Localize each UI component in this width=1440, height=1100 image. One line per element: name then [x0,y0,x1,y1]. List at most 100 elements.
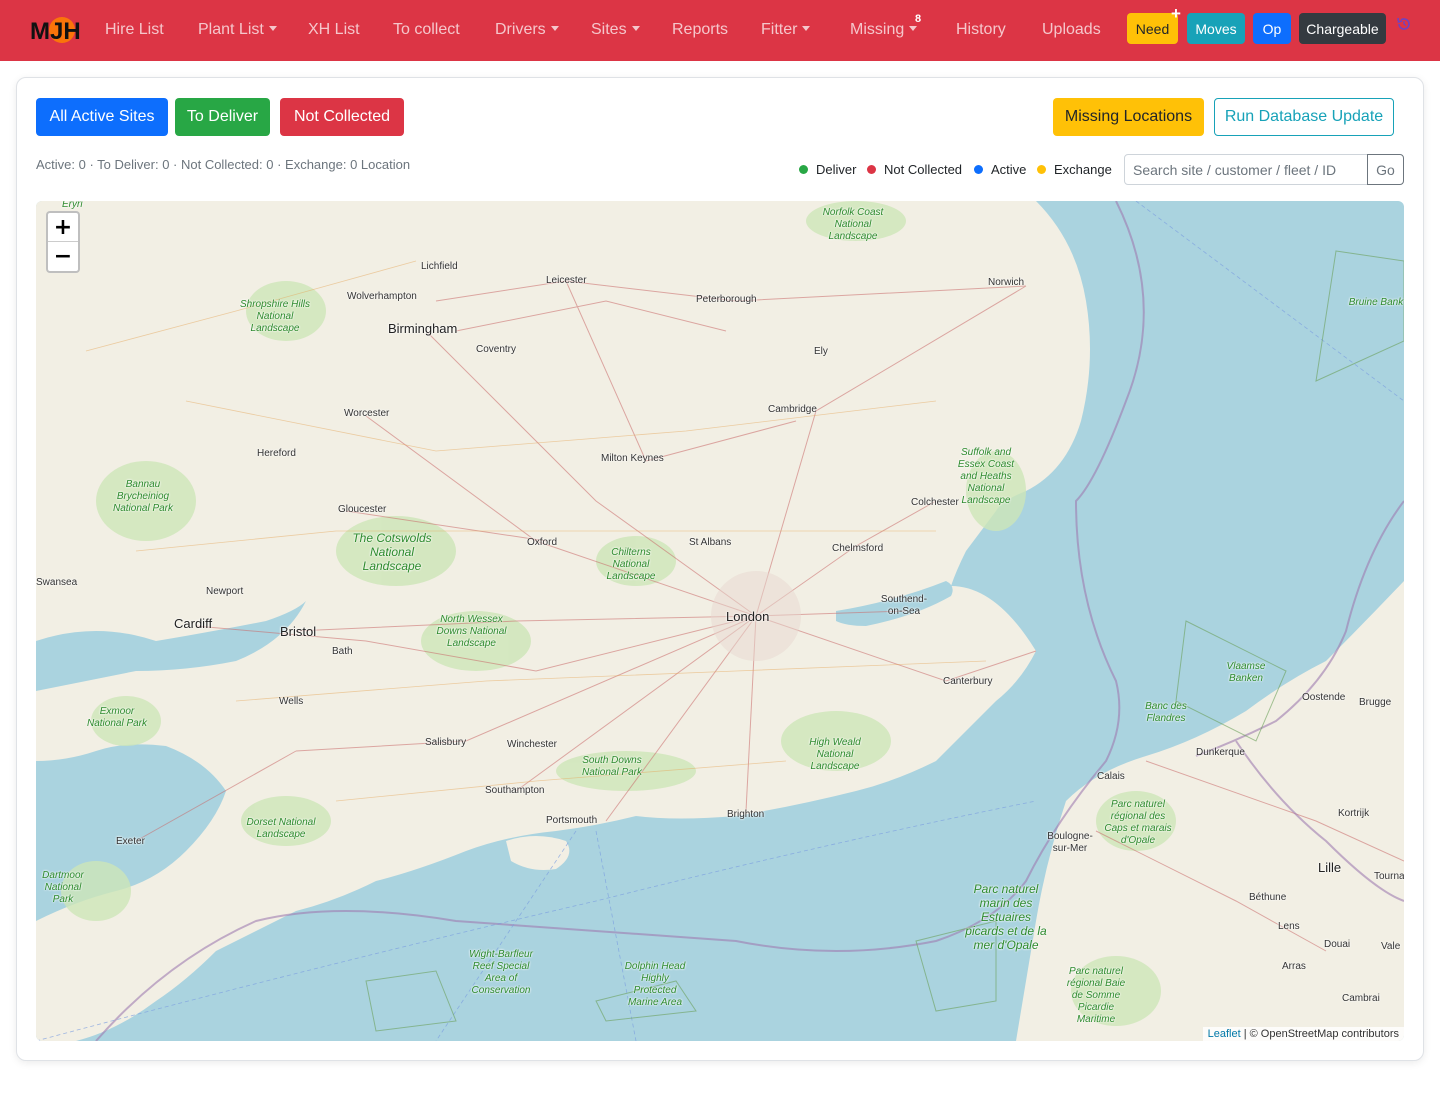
map-label: Exeter [116,836,145,847]
zoom-out-button[interactable]: − [48,242,78,271]
to-deliver-button[interactable]: To Deliver [175,98,270,136]
active-dot-icon [974,165,983,174]
not-collected-dot-icon [867,165,876,174]
map-label: Oostende [1302,692,1346,703]
nav-missing-label: Missing [850,21,905,38]
map-label: Canterbury [943,676,993,687]
map-label: Oxford [527,537,558,548]
missing-count-badge: 8 [915,13,922,25]
map-label: Bruine Bank [1348,297,1404,308]
map-label: Arras [1282,961,1306,972]
nav-uploads[interactable]: Uploads [1042,21,1101,39]
map-label: Dorset National Landscape [246,817,316,840]
nav-plant-list[interactable]: Plant List [198,21,277,39]
map-attribution: Leaflet | © OpenStreetMap contributors [1202,1027,1404,1041]
map-label: High Weald National Landscape [809,737,861,772]
map-label: Béthune [1249,892,1287,903]
legend-deliver: Deliver [799,162,856,177]
map-label: St Albans [689,537,732,548]
map-label: Gloucester [338,504,387,515]
map-label: Kortrijk [1338,808,1370,819]
legend-active: Active [974,162,1026,177]
nav-hire-list[interactable]: Hire List [105,21,164,39]
exchange-dot-icon [1037,165,1046,174]
map-label: Ely [814,346,828,357]
map-label: Lille [1318,860,1342,875]
legend-not-collected: Not Collected [867,162,962,177]
op-button[interactable]: Op [1253,13,1291,44]
company-logo[interactable]: MJH [28,12,84,48]
map-label: North Wessex Downs National Landscape [436,614,507,649]
nav-sites-label: Sites [591,21,627,38]
nav-fitter[interactable]: Fitter [761,21,811,39]
chevron-down-icon [802,26,811,31]
map-label: Newport [206,586,244,597]
run-database-update-button[interactable]: Run Database Update [1214,98,1394,136]
map-label: Eryri [62,201,83,210]
plus-icon: + [1171,4,1181,23]
search-go-button[interactable]: Go [1367,154,1404,185]
map-label: Norwich [988,277,1025,288]
map-label: Lichfield [421,261,458,272]
map-label: Peterborough [696,294,757,305]
map-label: Tourna [1374,871,1404,882]
leaflet-link[interactable]: Leaflet [1208,1028,1241,1040]
map-label: Winchester [507,739,558,750]
map-label: Birmingham [388,321,458,336]
chargeable-button[interactable]: Chargeable [1299,13,1386,44]
legend-label: Active [991,162,1027,177]
nav-to-collect[interactable]: To collect [393,21,460,39]
all-active-sites-button[interactable]: All Active Sites [36,98,168,136]
map-label: Portsmouth [546,815,598,826]
map-label: Chilterns National Landscape [606,547,656,582]
history-icon[interactable] [1396,16,1412,32]
map-view[interactable]: Birmingham London Bristol Cardiff Lichfi… [36,201,1404,1041]
chevron-down-icon [550,26,559,31]
map-label: Wells [279,696,304,707]
map-label: London [726,609,770,624]
nav-history[interactable]: History [956,21,1006,39]
map-label: South Downs National Park [581,755,643,778]
nav-xh-list[interactable]: XH List [308,21,360,39]
legend-exchange: Exchange [1037,162,1112,177]
moves-button[interactable]: Moves [1187,13,1245,44]
map-label: Parc naturel régional Baie de Somme Pica… [1066,966,1126,1025]
zoom-control: + − [46,211,80,273]
map-label: Wolverhampton [347,291,417,302]
map-label: Douai [1324,939,1351,950]
map-label: Bristol [280,624,317,639]
map-label: Colchester [911,497,959,508]
search-input[interactable] [1124,154,1368,185]
map-label: Coventry [476,344,517,355]
map-label: Dunkerque [1196,747,1245,758]
map-label: Suffolk and Essex Coast and Heaths Natio… [957,447,1015,506]
map-label: Banc des Flandres [1145,701,1187,724]
map-label: Norfolk Coast National Landscape [822,207,884,242]
zoom-in-button[interactable]: + [48,213,78,242]
map-label: Swansea [36,577,78,588]
legend-label: Not Collected [884,162,963,177]
not-collected-button[interactable]: Not Collected [280,98,404,136]
nav-fitter-label: Fitter [761,21,798,38]
map-label: Salisbury [425,737,467,748]
nav-drivers[interactable]: Drivers [495,21,559,39]
map-label: The Cotswolds National Landscape [352,531,432,573]
chevron-down-icon [909,26,918,31]
nav-missing[interactable]: Missing [850,21,918,39]
map-label: Exmoor National Park [86,706,148,729]
map-label: Shropshire Hills National Landscape [239,299,311,334]
legend-label: Deliver [816,162,857,177]
map-label: Cardiff [174,616,213,631]
map-label: Southend-on-Sea [880,594,928,617]
map-label: Vlaamse Banken [1226,661,1266,684]
missing-locations-button[interactable]: Missing Locations [1053,98,1204,136]
map-label: Dartmoor National Park [42,870,84,905]
map-label: Brighton [727,809,765,820]
nav-sites[interactable]: Sites [591,21,640,39]
nav-reports[interactable]: Reports [672,21,728,39]
map-label: Vale [1381,941,1401,952]
svg-text:MJH: MJH [30,18,81,45]
map-label: Parc naturel marin des Estuaires picards… [965,882,1047,952]
map-label: Parc naturel régional des Caps et marais… [1104,799,1172,846]
chevron-down-icon [631,26,640,31]
